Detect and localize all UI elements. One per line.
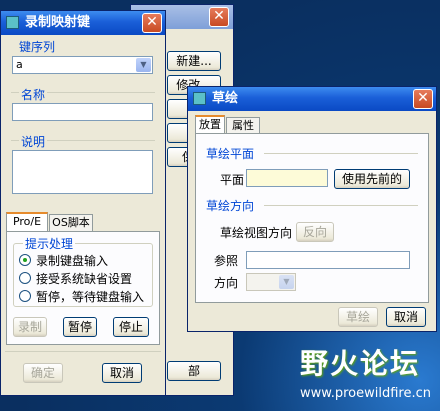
record-button[interactable]: 录制	[13, 317, 47, 337]
reference-label: 参照	[214, 254, 239, 268]
close-icon[interactable]: ✕	[413, 89, 433, 109]
tab-proe[interactable]: Pro/E	[6, 212, 48, 232]
radio-pause-keyboard[interactable]	[19, 290, 31, 302]
cancel-button[interactable]: 取消	[102, 363, 142, 383]
plane-label: 平面	[220, 173, 245, 187]
app-icon	[6, 16, 19, 29]
key-sequence-label: 键序列	[19, 40, 56, 54]
ok-button[interactable]: 确定	[23, 363, 63, 383]
prompt-group-label: 提示处理	[23, 235, 76, 252]
tab-os-script[interactable]: OS脚本	[49, 214, 93, 232]
tab-placement[interactable]: 放置	[195, 115, 225, 134]
sketch-dialog-titlebar: 草绘 ✕	[188, 87, 436, 111]
flip-button[interactable]: 反向	[296, 222, 334, 242]
pause-button[interactable]: 暂停	[63, 317, 97, 337]
name-label: 名称	[19, 86, 48, 103]
record-dialog-titlebar: 录制映射键 ✕	[1, 11, 165, 35]
use-previous-button[interactable]: 使用先前的	[334, 169, 410, 189]
chevron-down-icon[interactable]: ▼	[279, 275, 294, 289]
description-textarea[interactable]	[12, 150, 153, 194]
sketch-dialog: 草绘 ✕ 放置 属性 草绘平面 平面 使用先前的 草绘方向 草绘视图方向 反向 …	[187, 86, 437, 332]
record-dialog-title: 录制映射键	[25, 15, 91, 30]
orientation-group-label: 草绘方向	[206, 199, 255, 213]
sketch-cancel-button[interactable]: 取消	[386, 307, 426, 327]
app-icon	[193, 92, 206, 105]
direction-dropdown[interactable]: ▼	[246, 273, 296, 291]
sketch-button[interactable]: 草绘	[338, 307, 378, 327]
radio-pause-keyboard-label: 暂停，等待键盘输入	[36, 290, 145, 304]
close-icon[interactable]: ✕	[209, 7, 229, 27]
radio-accept-defaults[interactable]	[19, 272, 31, 284]
plane-input[interactable]	[246, 169, 328, 187]
watermark-url: www.proewildfire.cn	[300, 386, 431, 401]
view-direction-label: 草绘视图方向	[220, 226, 293, 240]
new-button[interactable]: 新建...	[167, 51, 221, 71]
radio-record-keyboard[interactable]	[19, 254, 31, 266]
name-input[interactable]	[12, 103, 153, 121]
record-mapkey-dialog: 录制映射键 ✕ 键序列 a ▼ 名称 说明 Pro/E OS脚本 提示处理 录制…	[0, 10, 166, 396]
tab-properties[interactable]: 属性	[226, 117, 260, 134]
sketch-dialog-title: 草绘	[212, 91, 239, 106]
sketch-plane-group-label: 草绘平面	[206, 147, 255, 161]
radio-accept-defaults-label: 接受系统缺省设置	[36, 272, 133, 286]
all-button[interactable]: 部	[167, 361, 221, 381]
watermark-title: 野火论坛	[300, 347, 421, 380]
direction-label: 方向	[214, 276, 239, 290]
stop-button[interactable]: 停止	[113, 317, 149, 337]
reference-input[interactable]	[246, 251, 410, 269]
chevron-down-icon[interactable]: ▼	[136, 58, 151, 72]
description-label: 说明	[19, 133, 48, 150]
key-sequence-value: a	[16, 58, 23, 71]
key-sequence-dropdown[interactable]: a ▼	[12, 56, 153, 74]
close-icon[interactable]: ✕	[142, 13, 162, 33]
radio-record-keyboard-label: 录制键盘输入	[36, 254, 109, 268]
